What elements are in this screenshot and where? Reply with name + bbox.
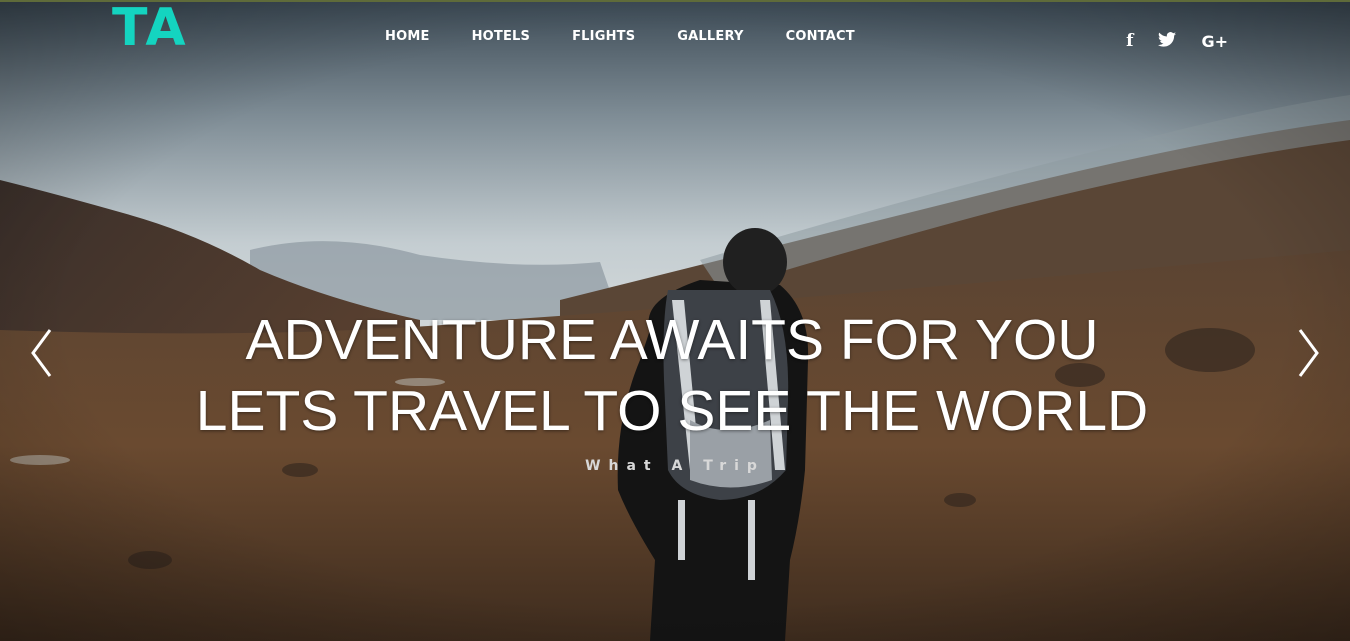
nav-item-flights[interactable]: FLIGHTS — [572, 29, 635, 44]
nav-item-hotels[interactable]: HOTELS — [472, 29, 531, 44]
top-border — [0, 0, 1350, 2]
twitter-icon[interactable] — [1158, 31, 1177, 51]
nav-item-gallery[interactable]: GALLERY — [677, 29, 743, 44]
nav-item-home[interactable]: HOME — [385, 29, 430, 44]
hero-slider: TA HOME HOTELS FLIGHTS GALLERY CONTACT f… — [0, 0, 1350, 641]
nav-item-contact[interactable]: CONTACT — [786, 29, 855, 44]
google-plus-icon[interactable]: G+ — [1201, 32, 1228, 51]
facebook-icon[interactable]: f — [1126, 31, 1133, 51]
site-logo[interactable]: TA — [112, 2, 188, 54]
hero-headline-line1: ADVENTURE AWAITS FOR YOU — [245, 308, 1099, 372]
hero-headline-line2: LETS TRAVEL TO SEE THE WORLD — [195, 379, 1149, 443]
social-links: f G+ — [1101, 31, 1228, 51]
hero-tagline: What A Trip — [585, 458, 765, 474]
main-nav: HOME HOTELS FLIGHTS GALLERY CONTACT — [385, 29, 897, 44]
